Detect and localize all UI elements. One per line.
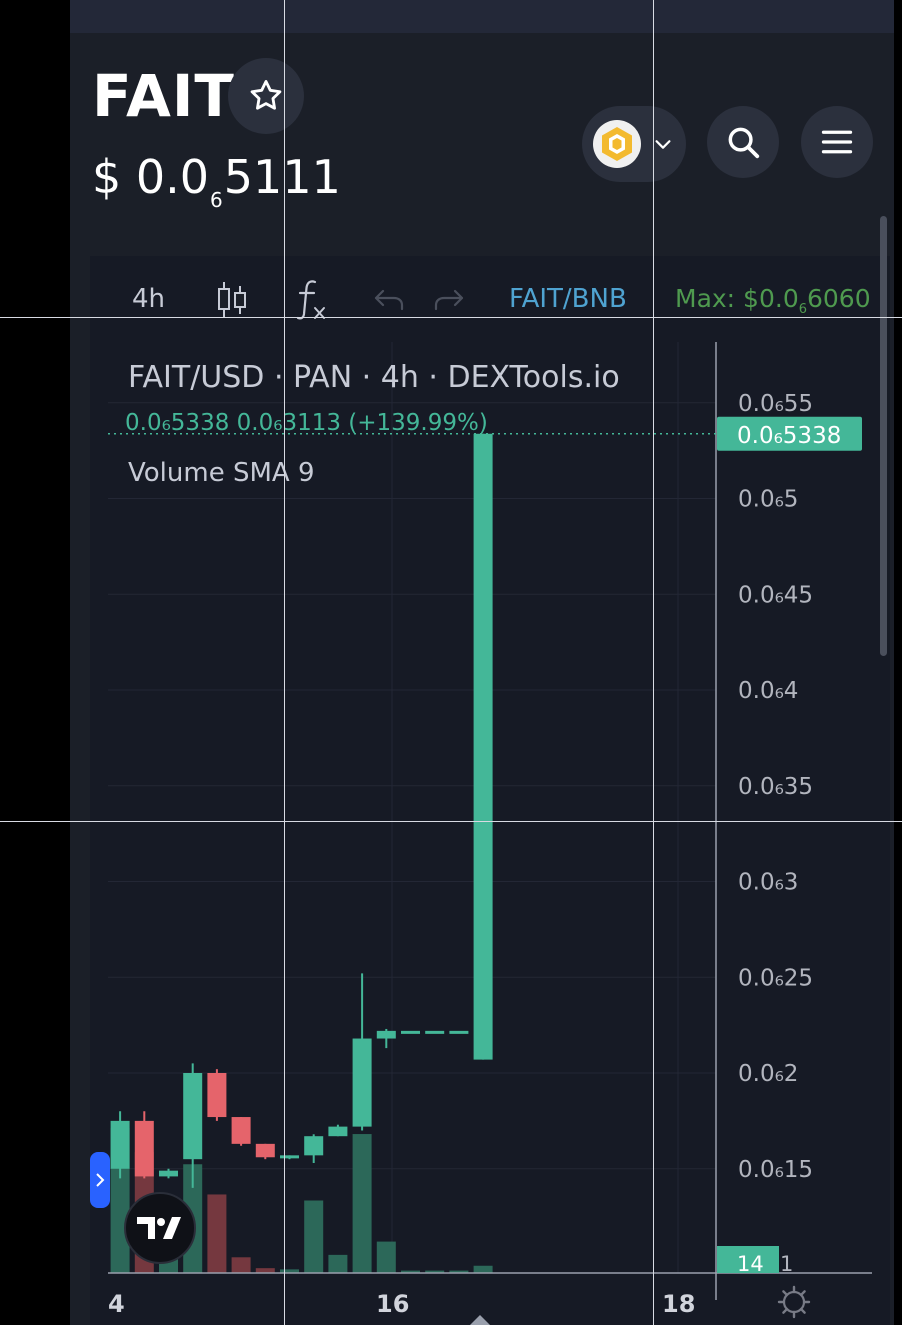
y-axis-label: 0.0₆4 (738, 678, 798, 704)
crosshair-vertical-2 (653, 0, 654, 1325)
candles (110, 433, 493, 1188)
candle-body (183, 1073, 203, 1160)
candle-body (401, 1030, 420, 1034)
volume-bar (473, 1265, 493, 1273)
candle-body (425, 1030, 445, 1034)
crosshair-horizontal-2 (0, 821, 902, 822)
scroll-marker (470, 1315, 490, 1325)
x-axis-label: 18 (662, 1290, 695, 1318)
candle-body (255, 1143, 275, 1158)
candle-body (110, 1120, 130, 1169)
volume-bar (376, 1241, 396, 1273)
candle-body (280, 1155, 299, 1159)
gear-tooth (799, 1307, 806, 1314)
volume-badge-tail: 1 (780, 1252, 793, 1276)
y-axis-label: 0.0₆5 (738, 487, 798, 513)
chart-legend-ohlc: 0.0₆5338 0.0₆3113 (+139.99%) (125, 410, 488, 436)
candle-body (231, 1117, 251, 1144)
volume-bar (231, 1257, 251, 1273)
chart-legend-title: FAIT/USD · PAN · 4h · DEXTools.io (128, 360, 620, 395)
x-axis-label: 16 (376, 1290, 409, 1318)
y-axis-label: 0.0₆35 (738, 774, 813, 800)
candle-body (328, 1126, 348, 1137)
candle-body (207, 1073, 227, 1118)
candle-body (449, 1030, 469, 1034)
gear-icon (777, 1285, 811, 1319)
y-axis-label: 0.0₆45 (738, 582, 813, 608)
gear-tooth (782, 1307, 789, 1314)
y-axis-label: 0.0₆25 (738, 965, 813, 991)
x-axis-label: 4 (108, 1290, 125, 1318)
last-price-label: 0.0₆5338 (737, 423, 841, 449)
collapse-panel-button[interactable] (90, 1152, 110, 1208)
price-chart[interactable]: 0.0₆55 0.0₆5 0.0₆45 0.0₆4 0.0₆35 0.0₆3 0.0₆25 0… (0, 0, 902, 1325)
tradingview-logo-icon (137, 1217, 181, 1239)
volume-bar (352, 1134, 372, 1273)
y-axis-label: 0.0₆55 (738, 391, 813, 417)
gear-tooth (782, 1290, 789, 1297)
chevron-right-icon (96, 1173, 105, 1187)
crosshair-vertical-1 (284, 0, 285, 1325)
candle-body (352, 1038, 372, 1127)
candle-body (473, 433, 493, 1060)
y-axis-label: 0.0₆3 (738, 870, 798, 896)
candle-body (159, 1170, 178, 1177)
y-axis-label: 0.0₆15 (738, 1157, 813, 1183)
volume-bar (304, 1200, 324, 1273)
candle-body (304, 1136, 324, 1156)
tradingview-logo[interactable] (124, 1192, 196, 1264)
volume-badge-label: 14 (737, 1252, 764, 1276)
gear-tooth (799, 1290, 806, 1297)
volume-bar (207, 1194, 227, 1273)
volume-bar (328, 1254, 348, 1273)
candle-body (134, 1120, 154, 1177)
chart-legend-volume: Volume SMA 9 (128, 458, 315, 488)
crosshair-horizontal-1 (0, 317, 902, 318)
candle-body (376, 1030, 396, 1039)
y-axis-label: 0.0₆2 (738, 1061, 798, 1087)
